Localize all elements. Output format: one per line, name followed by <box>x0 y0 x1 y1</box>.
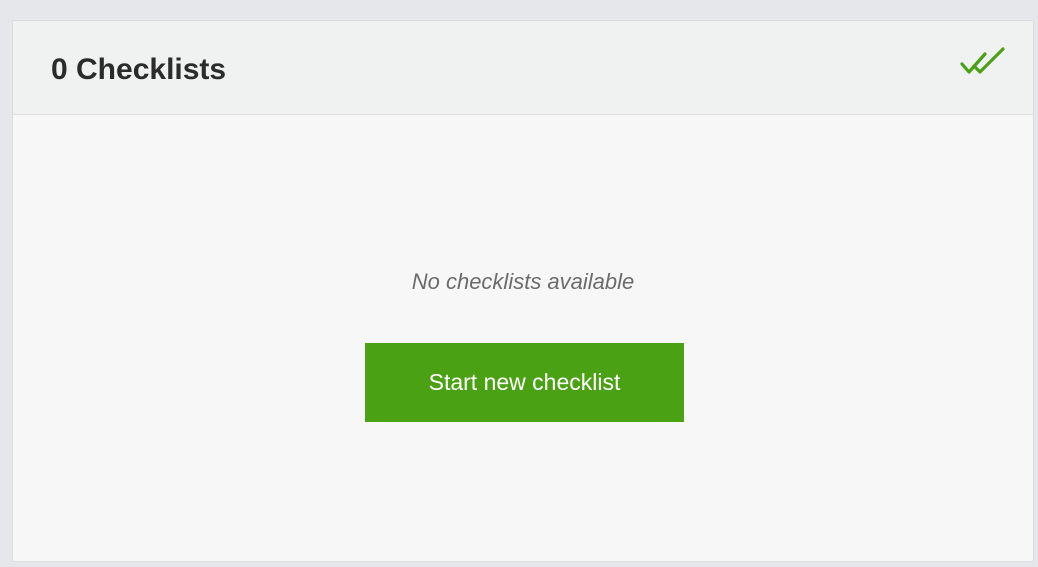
empty-state-message: No checklists available <box>411 269 635 294</box>
card-title: 0 Checklists <box>51 53 227 86</box>
start-new-checklist-button[interactable]: Start new checklist <box>365 343 684 422</box>
card-header: 0 Checklists <box>13 21 1033 115</box>
checklists-card: 0 Checklists No checklists available Sta… <box>12 20 1034 562</box>
double-check-icon <box>959 47 1007 79</box>
